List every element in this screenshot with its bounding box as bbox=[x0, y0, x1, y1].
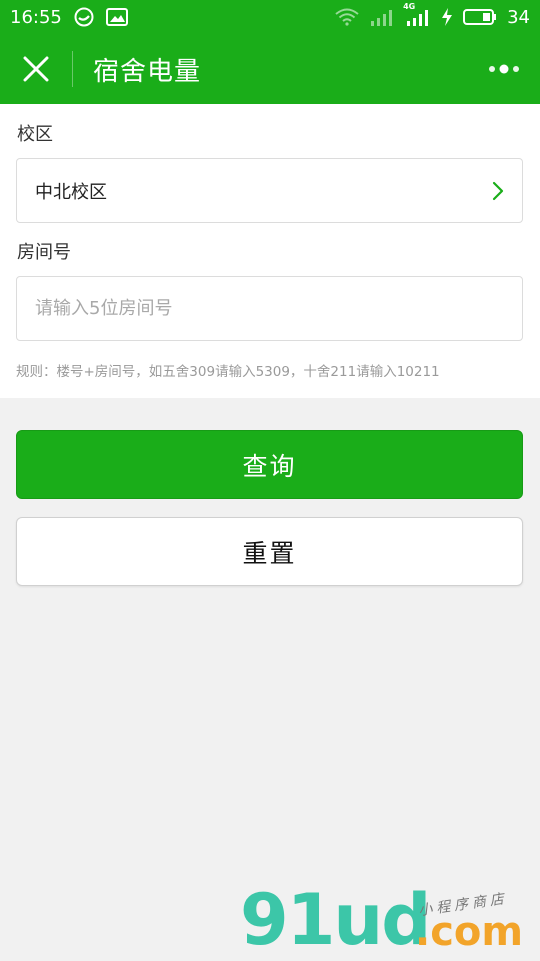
more-options-button[interactable] bbox=[468, 34, 540, 104]
reset-button[interactable]: 重置 bbox=[16, 517, 523, 586]
chevron-right-icon bbox=[492, 181, 504, 201]
page-title: 宿舍电量 bbox=[93, 56, 202, 87]
rule-hint: 规则：楼号+房间号，如五舍309请输入5309，十舍211请输入10211 bbox=[16, 364, 440, 380]
watermark-logo: 91ud 小程序商店 .com bbox=[240, 880, 540, 960]
charging-icon bbox=[441, 8, 453, 26]
campus-label: 校区 bbox=[17, 124, 53, 145]
close-button[interactable] bbox=[0, 34, 72, 104]
nav-divider bbox=[72, 51, 73, 87]
battery-icon bbox=[463, 8, 497, 26]
image-notification-icon bbox=[105, 7, 128, 27]
more-dots-icon bbox=[489, 64, 519, 74]
status-time: 16:55 bbox=[10, 6, 62, 28]
campus-picker[interactable]: 中北校区 bbox=[16, 158, 523, 223]
signal-sim2-icon: 4G bbox=[403, 2, 431, 26]
watermark-main: 91ud bbox=[240, 879, 431, 961]
room-number-input[interactable] bbox=[35, 277, 504, 340]
close-icon bbox=[23, 56, 49, 82]
network-type-label: 4G bbox=[403, 2, 416, 11]
signal-sim1-icon bbox=[369, 8, 395, 26]
campus-value: 中北校区 bbox=[35, 181, 107, 203]
battery-percent: 34 bbox=[507, 6, 530, 28]
room-field bbox=[16, 276, 523, 341]
watermark-domain: .com bbox=[415, 909, 524, 955]
app-notification-icon bbox=[74, 7, 94, 27]
nav-bar: 宿舍电量 bbox=[0, 34, 540, 104]
query-button[interactable]: 查询 bbox=[16, 430, 523, 499]
status-bar: 16:55 4G 34 bbox=[0, 0, 540, 34]
form-panel: 校区 中北校区 房间号 规则：楼号+房间号，如五舍309请输入5309，十舍21… bbox=[0, 104, 540, 398]
room-label: 房间号 bbox=[17, 242, 71, 263]
wifi-icon bbox=[335, 8, 359, 26]
